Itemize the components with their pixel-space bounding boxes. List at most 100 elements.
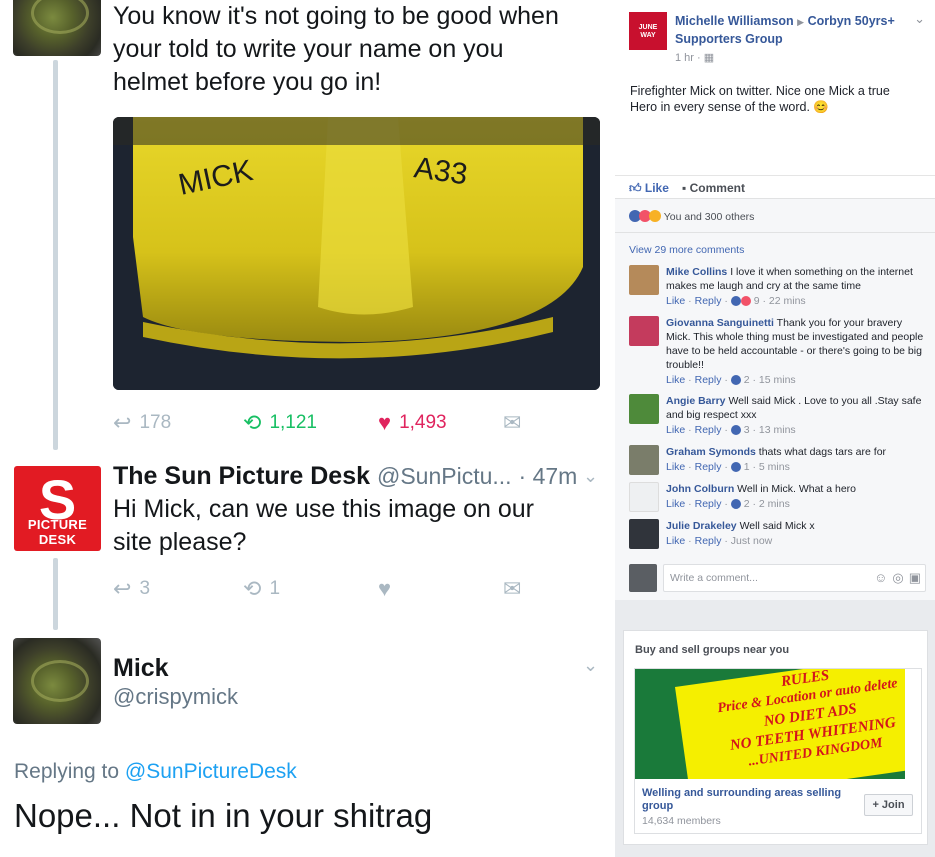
replying-to: Replying to @SunPictureDesk (14, 760, 297, 784)
group-members: 14,634 members (642, 815, 721, 827)
comments-area: You and 300 others View 29 more comments… (615, 198, 935, 600)
retweet-action[interactable]: ⟲ 1 (243, 578, 280, 600)
commenter-avatar[interactable] (629, 519, 659, 549)
comment-like[interactable]: Like (666, 295, 685, 307)
post-header: Michelle Williamson ▶ Corbyn 50yrs+ Supp… (675, 13, 930, 48)
comment-text: thats what dags tars are for (758, 446, 887, 458)
tweet-text-line: site please? (113, 528, 247, 556)
commenter-avatar[interactable] (629, 445, 659, 475)
author-name[interactable]: The Sun Picture Desk (113, 462, 370, 490)
comment-time[interactable]: · 5 mins (753, 461, 790, 473)
comment-button[interactable]: ▪ Comment (682, 181, 745, 195)
comment: Mike Collins I love it when something on… (629, 265, 929, 309)
reply-action[interactable]: ↩ 3 (113, 578, 150, 600)
author-name[interactable]: Michelle Williamson (675, 14, 794, 28)
commenter-name[interactable]: Giovanna Sanguinetti (666, 317, 774, 329)
reply-icon: ↩ (113, 576, 132, 601)
comment-time[interactable]: · 15 mins (753, 374, 796, 386)
privacy-icon: ▦ (703, 52, 715, 64)
comment-like[interactable]: Like (666, 461, 685, 473)
retweet-action[interactable]: ⟲ 1,121 (243, 412, 317, 434)
commenter-name[interactable]: Julie Drakeley (666, 520, 737, 532)
thread-line (53, 558, 58, 630)
reply-icon: ↩ (113, 410, 132, 435)
like-label: Like (644, 181, 669, 195)
mick-avatar[interactable] (13, 0, 101, 56)
join-button[interactable]: + Join (864, 794, 913, 816)
dm-action[interactable]: ✉ (503, 578, 521, 600)
like-action[interactable]: ♥ (378, 578, 391, 600)
love-reaction-icon (740, 296, 751, 306)
group-name-line2[interactable]: Supporters Group (675, 32, 783, 46)
comment-like[interactable]: Like (666, 498, 685, 510)
commenter-name[interactable]: Angie Barry (666, 395, 726, 407)
helmet-photo[interactable]: MICK A33 (113, 117, 600, 390)
reaction-count: 2 (743, 498, 750, 510)
commenter-avatar[interactable] (629, 394, 659, 424)
comment-like[interactable]: Like (666, 424, 685, 436)
group-name[interactable]: Welling and surrounding areas selling gr… (642, 787, 852, 813)
group-name[interactable]: Corbyn 50yrs+ (808, 14, 895, 28)
sticker-icon[interactable]: ▣ (909, 570, 921, 586)
replying-prefix: Replying to (14, 760, 120, 783)
author-avatar[interactable]: JUNE WAY (629, 12, 667, 50)
haha-reaction-icon (649, 210, 661, 222)
comment-like[interactable]: Like (666, 374, 685, 386)
mention-link[interactable]: @SunPictureDesk (125, 760, 297, 783)
chevron-down-icon[interactable]: ⌄ (583, 466, 598, 487)
comment-reply[interactable]: Reply (695, 498, 722, 510)
comment-reply[interactable]: Reply (695, 461, 722, 473)
comment-time[interactable]: · 2 mins (753, 498, 790, 510)
reactions-summary[interactable]: You and 300 others (629, 210, 754, 223)
commenter-name[interactable]: Mike Collins (666, 266, 727, 278)
chevron-down-icon[interactable]: ⌄ (914, 11, 925, 27)
camera-icon[interactable]: ◎ (892, 570, 903, 586)
commenter-name[interactable]: Graham Symonds (666, 446, 756, 458)
comment-time[interactable]: · 22 mins (763, 295, 806, 307)
reply-action[interactable]: ↩ 178 (113, 412, 171, 434)
view-more-comments[interactable]: View 29 more comments (629, 244, 744, 256)
triangle-right-icon: ▶ (797, 17, 805, 27)
like-reaction-icon (730, 462, 741, 472)
commenter-name[interactable]: John Colburn (666, 483, 734, 495)
thread-line (53, 60, 58, 450)
like-action[interactable]: ♥ 1,493 (378, 412, 447, 434)
heart-icon: ♥ (378, 410, 392, 435)
mick-avatar[interactable] (13, 638, 101, 724)
current-user-avatar[interactable] (629, 564, 657, 592)
dm-action[interactable]: ✉ (503, 412, 521, 434)
retweet-icon: ⟲ (243, 576, 262, 601)
write-comment-input[interactable]: Write a comment... ☺ ◎ ▣ (663, 564, 926, 592)
commenter-avatar[interactable] (629, 265, 659, 295)
chevron-down-icon[interactable]: ⌄ (583, 655, 598, 676)
comment: Angie Barry Well said Mick . Love to you… (629, 394, 929, 438)
tweet-header: The Sun Picture Desk @SunPictu... · 47m (113, 460, 577, 493)
speech-bubble-icon: ▪ (682, 181, 687, 195)
comment: John Colburn Well in Mick. What a hero L… (629, 482, 929, 512)
like-button[interactable]: 👍︎ Like (629, 181, 669, 196)
tweet-text-line: You know it's not going to be good when (113, 2, 559, 30)
comment-reply[interactable]: Reply (695, 374, 722, 386)
comment-reply[interactable]: Reply (695, 295, 722, 307)
emoji-icon[interactable]: ☺ (874, 570, 887, 586)
commenter-avatar[interactable] (629, 316, 659, 346)
author-handle[interactable]: @crispymick (113, 680, 238, 713)
comment-reply[interactable]: Reply (695, 424, 722, 436)
sun-picture-desk-avatar[interactable]: S PICTURE DESK (14, 466, 101, 551)
comment-like[interactable]: Like (666, 535, 685, 547)
commenter-avatar[interactable] (629, 482, 659, 512)
reaction-count: 1 (743, 461, 750, 473)
reply-count: 178 (139, 412, 172, 433)
comment-reply[interactable]: Reply (695, 535, 722, 547)
reply-text: Nope... Not in in your shitrag (14, 797, 433, 834)
group-card[interactable]: RULES Price & Location or auto delete NO… (634, 668, 922, 834)
author-handle[interactable]: @SunPictu... (377, 463, 512, 489)
envelope-icon: ✉ (503, 410, 522, 435)
tweet-time[interactable]: · 47m (519, 463, 578, 489)
like-reaction-icon (730, 425, 741, 435)
comment-time[interactable]: · Just now (724, 535, 772, 547)
comment-time[interactable]: · 13 mins (753, 424, 796, 436)
post-time-text: 1 hr · (675, 52, 701, 64)
post-time[interactable]: 1 hr · ▦ (675, 51, 714, 64)
group-cover-image[interactable]: RULES Price & Location or auto delete NO… (635, 669, 905, 779)
